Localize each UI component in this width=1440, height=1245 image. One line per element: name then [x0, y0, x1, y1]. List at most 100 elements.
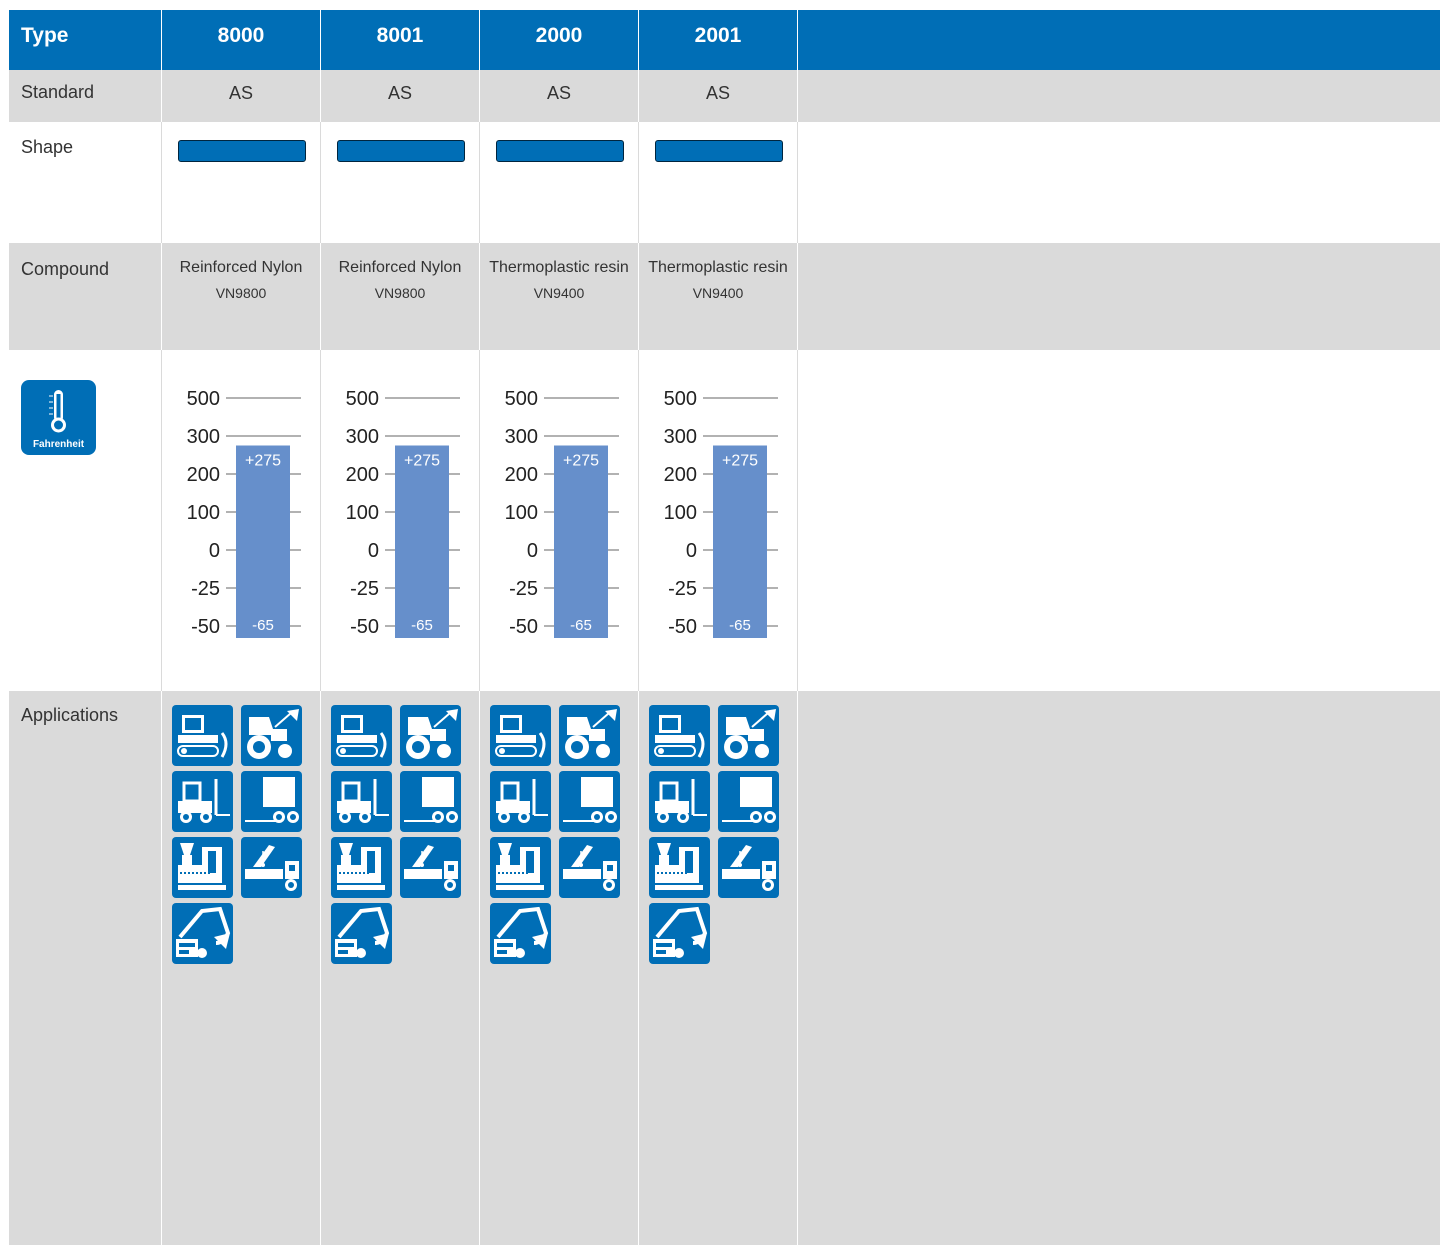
- applications-label: Applications: [21, 705, 119, 725]
- forklift-icon: [331, 771, 392, 832]
- tick-label: -50: [509, 616, 538, 638]
- truck-trailer-icon: [559, 771, 620, 832]
- header-col-3: 2000: [479, 10, 638, 70]
- bulldozer-icon: [490, 705, 551, 766]
- agricultural-tractor-icon: [559, 705, 620, 766]
- tick-label: 200: [346, 464, 379, 486]
- tick-label: 500: [664, 388, 697, 410]
- applications-row: Applications: [9, 691, 1440, 1245]
- compound-name: Reinforced Nylon: [338, 259, 462, 276]
- crane-truck-icon: [241, 837, 302, 898]
- type-label: Type: [21, 24, 69, 47]
- temperature-chart-8001: 500 300 200 100 0 -25 -50 +275 -65: [346, 388, 460, 638]
- min-temp-label: -65: [570, 617, 592, 634]
- tick-label: 500: [187, 388, 220, 410]
- tick-label: -50: [668, 616, 697, 638]
- spec-table: Type 8000 8001 2000 2001 Standard AS AS …: [9, 10, 1440, 1245]
- tick-label: -50: [191, 616, 220, 638]
- truck-trailer-icon: [241, 771, 302, 832]
- shape-profile: [178, 140, 306, 162]
- temperature-row: Fahrenheit 500 300 200 100 0 -25 -50 +275 -65 50…: [9, 350, 1440, 691]
- header-type-cell: Type: [9, 10, 161, 70]
- max-temp-label: +275: [563, 453, 599, 470]
- temperature-range-bar: [554, 445, 608, 638]
- temperature-chart-2000: 500 300 200 100 0 -25 -50 +275 -65: [505, 388, 619, 638]
- column-title: 8000: [217, 24, 265, 47]
- tick-label: 200: [664, 464, 697, 486]
- column-title: 2000: [535, 24, 583, 47]
- tick-label: -50: [350, 616, 379, 638]
- temperature-chart-2001: 500 300 200 100 0 -25 -50 +275 -65: [664, 388, 778, 638]
- compound-name: Thermoplastic resin: [648, 259, 788, 276]
- excavator-icon: [172, 903, 233, 964]
- excavator-icon: [490, 903, 551, 964]
- temperature-chart-8000: 500 300 200 100 0 -25 -50 +275 -65: [187, 388, 301, 638]
- tick-label: 0: [209, 540, 220, 562]
- max-temp-label: +275: [245, 453, 281, 470]
- tick-label: 100: [664, 502, 697, 524]
- header-col-1: 8000: [161, 10, 320, 70]
- tick-label: 100: [187, 502, 220, 524]
- tick-label: -25: [509, 578, 538, 600]
- truck-trailer-icon: [400, 771, 461, 832]
- header-col-4: 2001: [638, 10, 797, 70]
- tick-label: 0: [527, 540, 538, 562]
- max-temp-label: +275: [404, 453, 440, 470]
- excavator-icon: [331, 903, 392, 964]
- min-temp-label: -65: [252, 617, 274, 634]
- compound-code: VN9800: [374, 285, 426, 301]
- min-temp-label: -65: [411, 617, 433, 634]
- shape-profile: [337, 140, 465, 162]
- shape-label: Shape: [21, 137, 74, 157]
- tick-label: 0: [368, 540, 379, 562]
- standard-row: Standard AS AS AS AS: [9, 70, 1440, 122]
- agricultural-tractor-icon: [241, 705, 302, 766]
- tick-label: 0: [686, 540, 697, 562]
- tick-label: 300: [664, 426, 697, 448]
- tick-label: -25: [668, 578, 697, 600]
- tick-label: 200: [187, 464, 220, 486]
- agricultural-tractor-icon: [400, 705, 461, 766]
- tick-label: 100: [346, 502, 379, 524]
- compound-code: VN9400: [692, 285, 744, 301]
- injection-molding-machine-icon: [172, 837, 233, 898]
- excavator-icon: [649, 903, 710, 964]
- agricultural-tractor-icon: [718, 705, 779, 766]
- injection-molding-machine-icon: [490, 837, 551, 898]
- tick-label: -25: [191, 578, 220, 600]
- shape-profile: [496, 140, 624, 162]
- fahrenheit-badge: Fahrenheit: [21, 380, 96, 455]
- standard-value: AS: [387, 83, 412, 103]
- shape-profile: [655, 140, 783, 162]
- bulldozer-icon: [649, 705, 710, 766]
- crane-truck-icon: [559, 837, 620, 898]
- column-title: 8001: [376, 24, 424, 47]
- tick-label: 500: [346, 388, 379, 410]
- max-temp-label: +275: [722, 453, 758, 470]
- fahrenheit-label: Fahrenheit: [32, 439, 85, 450]
- forklift-icon: [172, 771, 233, 832]
- min-temp-label: -65: [729, 617, 751, 634]
- forklift-icon: [649, 771, 710, 832]
- tick-label: -25: [350, 578, 379, 600]
- standard-value: AS: [228, 83, 253, 103]
- compound-label: Compound: [21, 259, 110, 279]
- tick-label: 300: [346, 426, 379, 448]
- temperature-range-bar: [236, 445, 290, 638]
- compound-row: Compound Reinforced Nylon VN9800 Reinfor…: [9, 243, 1440, 350]
- column-title: 2001: [694, 24, 742, 47]
- temperature-range-bar: [713, 445, 767, 638]
- truck-trailer-icon: [718, 771, 779, 832]
- tick-label: 200: [505, 464, 538, 486]
- tick-label: 100: [505, 502, 538, 524]
- standard-label: Standard: [21, 82, 95, 102]
- temperature-range-bar: [395, 445, 449, 638]
- crane-truck-icon: [400, 837, 461, 898]
- crane-truck-icon: [718, 837, 779, 898]
- tick-label: 300: [505, 426, 538, 448]
- bulldozer-icon: [331, 705, 392, 766]
- forklift-icon: [490, 771, 551, 832]
- tick-label: 300: [187, 426, 220, 448]
- standard-value: AS: [546, 83, 571, 103]
- injection-molding-machine-icon: [649, 837, 710, 898]
